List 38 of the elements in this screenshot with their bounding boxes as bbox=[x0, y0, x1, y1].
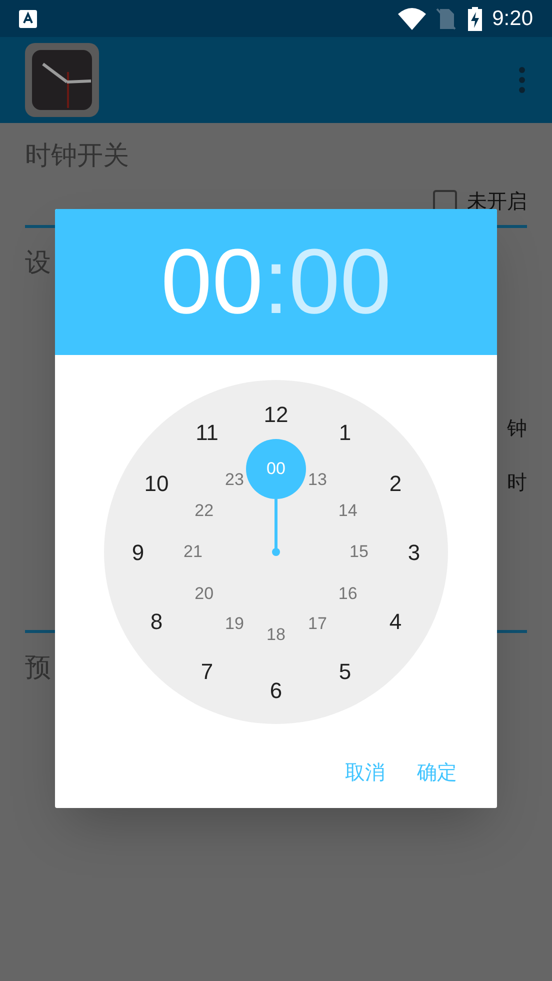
clock-number[interactable]: 14 bbox=[334, 496, 362, 524]
clock-number[interactable]: 8 bbox=[139, 604, 174, 638]
clock-number[interactable]: 13 bbox=[304, 466, 332, 494]
dialog-button[interactable]: 确定 bbox=[405, 748, 469, 798]
clock-number[interactable]: 6 bbox=[259, 673, 293, 707]
clock-number[interactable]: 5 bbox=[328, 654, 362, 688]
clock-number[interactable]: 00 bbox=[246, 439, 306, 499]
clock-number[interactable]: 23 bbox=[220, 466, 248, 494]
clock-number[interactable]: 12 bbox=[259, 397, 293, 431]
checkbox-label: 未开启 bbox=[467, 190, 527, 215]
clock-number[interactable]: 20 bbox=[190, 580, 218, 608]
clock-number[interactable]: 17 bbox=[304, 610, 332, 638]
clock-number[interactable]: 7 bbox=[190, 654, 224, 688]
clock-number[interactable]: 15 bbox=[345, 538, 373, 566]
wifi-icon bbox=[398, 8, 426, 30]
time-separator: : bbox=[263, 236, 289, 328]
clock-face[interactable]: 12 1 2 3 4 5 6 7 8 9 10 11 00 13 14 15 16 17 18 19 20 21 22 23 bbox=[104, 380, 448, 724]
clock-number[interactable]: 10 bbox=[139, 466, 174, 500]
clock-number[interactable]: 4 bbox=[378, 604, 412, 638]
clock-number[interactable]: 3 bbox=[397, 535, 431, 569]
battery-charging-icon bbox=[468, 6, 482, 30]
clock-number[interactable]: 22 bbox=[190, 496, 218, 524]
setting-text: 钟 bbox=[507, 417, 527, 442]
setting-text: 时 bbox=[507, 471, 527, 496]
status-time: 9:20 bbox=[492, 6, 533, 32]
clock-number[interactable]: 2 bbox=[378, 466, 412, 500]
clock-number[interactable]: 19 bbox=[220, 610, 248, 638]
clock-number[interactable]: 16 bbox=[334, 580, 362, 608]
clock-number[interactable]: 11 bbox=[190, 415, 224, 450]
notification-icon bbox=[19, 10, 37, 28]
clock-number[interactable]: 9 bbox=[121, 535, 155, 569]
hours-display[interactable]: 00 bbox=[160, 236, 264, 328]
no-sim-icon bbox=[436, 8, 456, 30]
clock-number[interactable]: 1 bbox=[328, 415, 362, 450]
dialog-button[interactable]: 取消 bbox=[333, 748, 397, 798]
clock-app-icon[interactable] bbox=[25, 43, 99, 117]
clock-number[interactable]: 21 bbox=[179, 538, 207, 566]
clock-number[interactable]: 18 bbox=[262, 621, 290, 649]
